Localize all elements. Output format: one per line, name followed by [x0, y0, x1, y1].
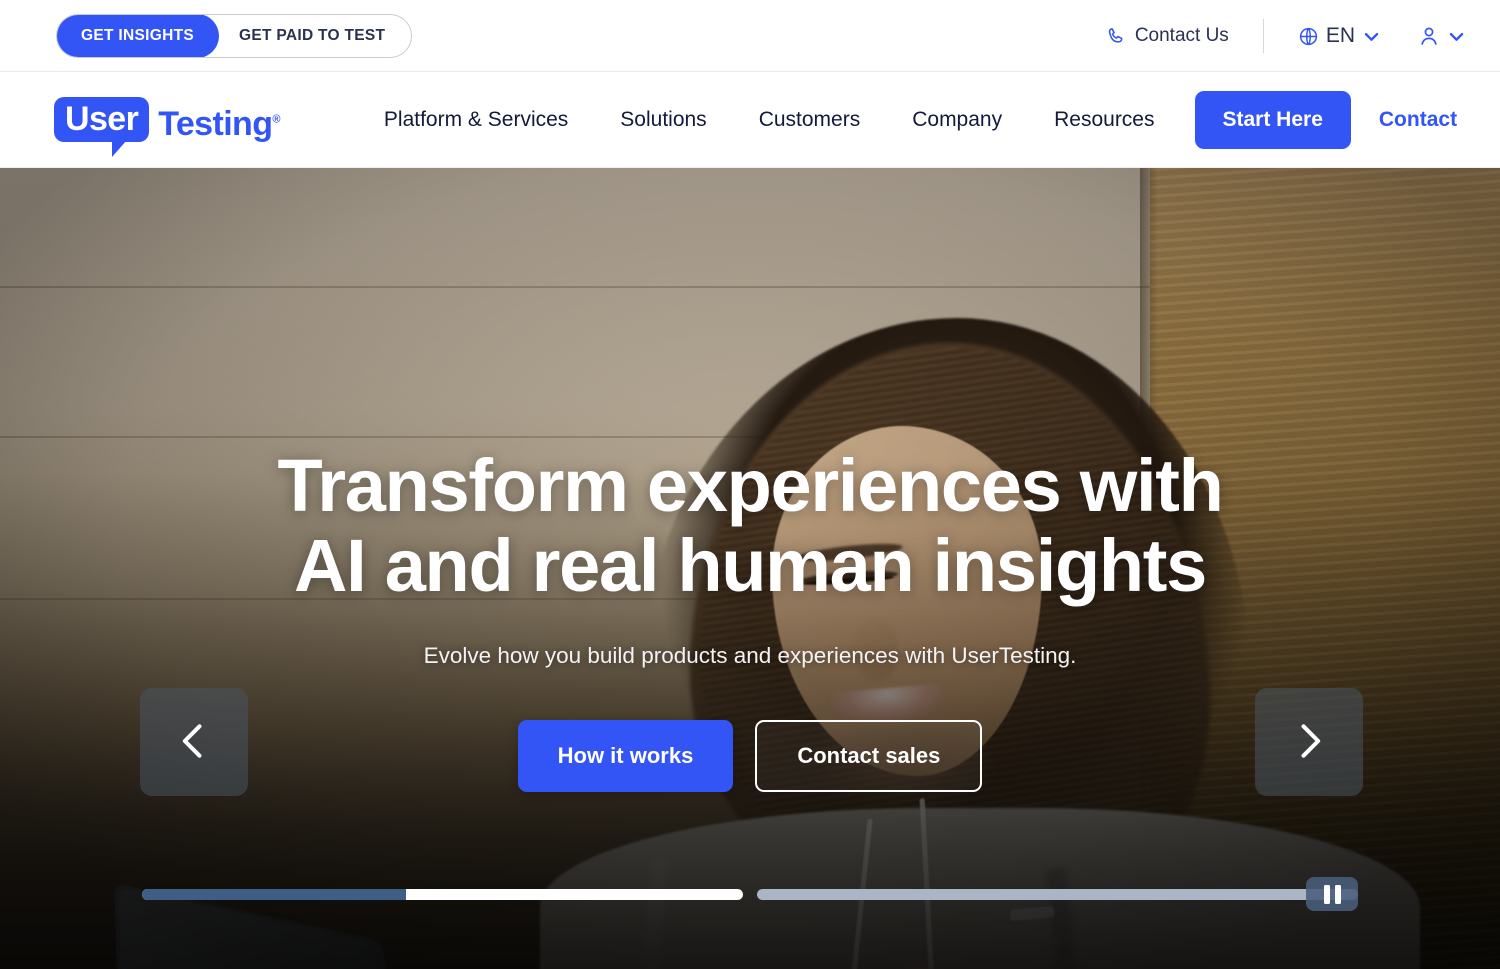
logo-trademark: ® — [272, 113, 280, 126]
nav-item-solutions[interactable]: Solutions — [594, 108, 732, 132]
nav-item-platform-services[interactable]: Platform & Services — [358, 108, 594, 132]
audience-toggle-get-paid-to-test[interactable]: GET PAID TO TEST — [219, 15, 411, 57]
language-label: EN — [1325, 24, 1355, 47]
carousel-pause-button[interactable] — [1306, 877, 1358, 911]
contact-us-label: Contact Us — [1134, 25, 1229, 46]
logo-bubble-text: User — [54, 96, 150, 158]
carousel-next-button[interactable] — [1255, 688, 1363, 796]
carousel-progress-slide-1[interactable] — [142, 889, 743, 900]
nav-item-customers[interactable]: Customers — [733, 108, 887, 132]
hero-subtitle: Evolve how you build products and experi… — [423, 643, 1077, 668]
carousel-progress-slide-2[interactable] — [757, 889, 1358, 900]
carousel-progress-bars — [142, 889, 1358, 900]
pause-icon — [1323, 884, 1330, 904]
utility-bar-right: Contact Us EN — [1107, 0, 1466, 72]
hero-headline-line-2: AI and real human insights — [294, 523, 1207, 607]
chevron-left-icon — [172, 719, 216, 766]
audience-toggle-get-insights[interactable]: GET INSIGHTS — [57, 14, 219, 57]
usertesting-logo[interactable]: User Testing® — [54, 96, 280, 158]
nav-item-company[interactable]: Company — [886, 108, 1028, 132]
carousel-prev-button[interactable] — [140, 688, 248, 796]
globe-icon — [1298, 26, 1319, 47]
audience-toggle[interactable]: GET INSIGHTS GET PAID TO TEST — [56, 13, 413, 58]
phone-icon — [1107, 27, 1126, 46]
nav-item-resources[interactable]: Resources — [1028, 108, 1180, 132]
chevron-right-icon — [1287, 719, 1331, 766]
hero-headline-line-1: Transform experiences with — [277, 444, 1223, 527]
hero-carousel: Transform experiences with AI and real h… — [0, 168, 1500, 969]
language-selector[interactable]: EN — [1264, 24, 1407, 48]
page-root: GET INSIGHTS GET PAID TO TEST Contact Us — [0, 0, 1500, 969]
main-navigation: User Testing® Platform & Services Soluti… — [0, 72, 1500, 168]
carousel-progress-slide-1-fill — [142, 889, 407, 900]
nav-item-contact[interactable]: Contact — [1379, 108, 1457, 132]
contact-sales-button[interactable]: Contact sales — [755, 720, 983, 792]
person-icon — [1417, 24, 1441, 48]
nav-links: Platform & Services Solutions Customers … — [358, 90, 1457, 149]
start-here-button[interactable]: Start Here — [1194, 90, 1351, 149]
chevron-down-icon — [1447, 27, 1466, 46]
contact-us-link[interactable]: Contact Us — [1107, 25, 1263, 47]
hero-headline: Transform experiences with AI and real h… — [0, 446, 1500, 606]
utility-bar: GET INSIGHTS GET PAID TO TEST Contact Us — [0, 0, 1500, 72]
pause-icon — [1334, 884, 1341, 904]
hero-content: Transform experiences with AI and real h… — [0, 168, 1500, 969]
chevron-down-icon — [1362, 27, 1381, 46]
account-menu[interactable] — [1407, 24, 1466, 48]
how-it-works-button[interactable]: How it works — [517, 720, 734, 792]
logo-word-text: Testing® — [158, 104, 280, 143]
